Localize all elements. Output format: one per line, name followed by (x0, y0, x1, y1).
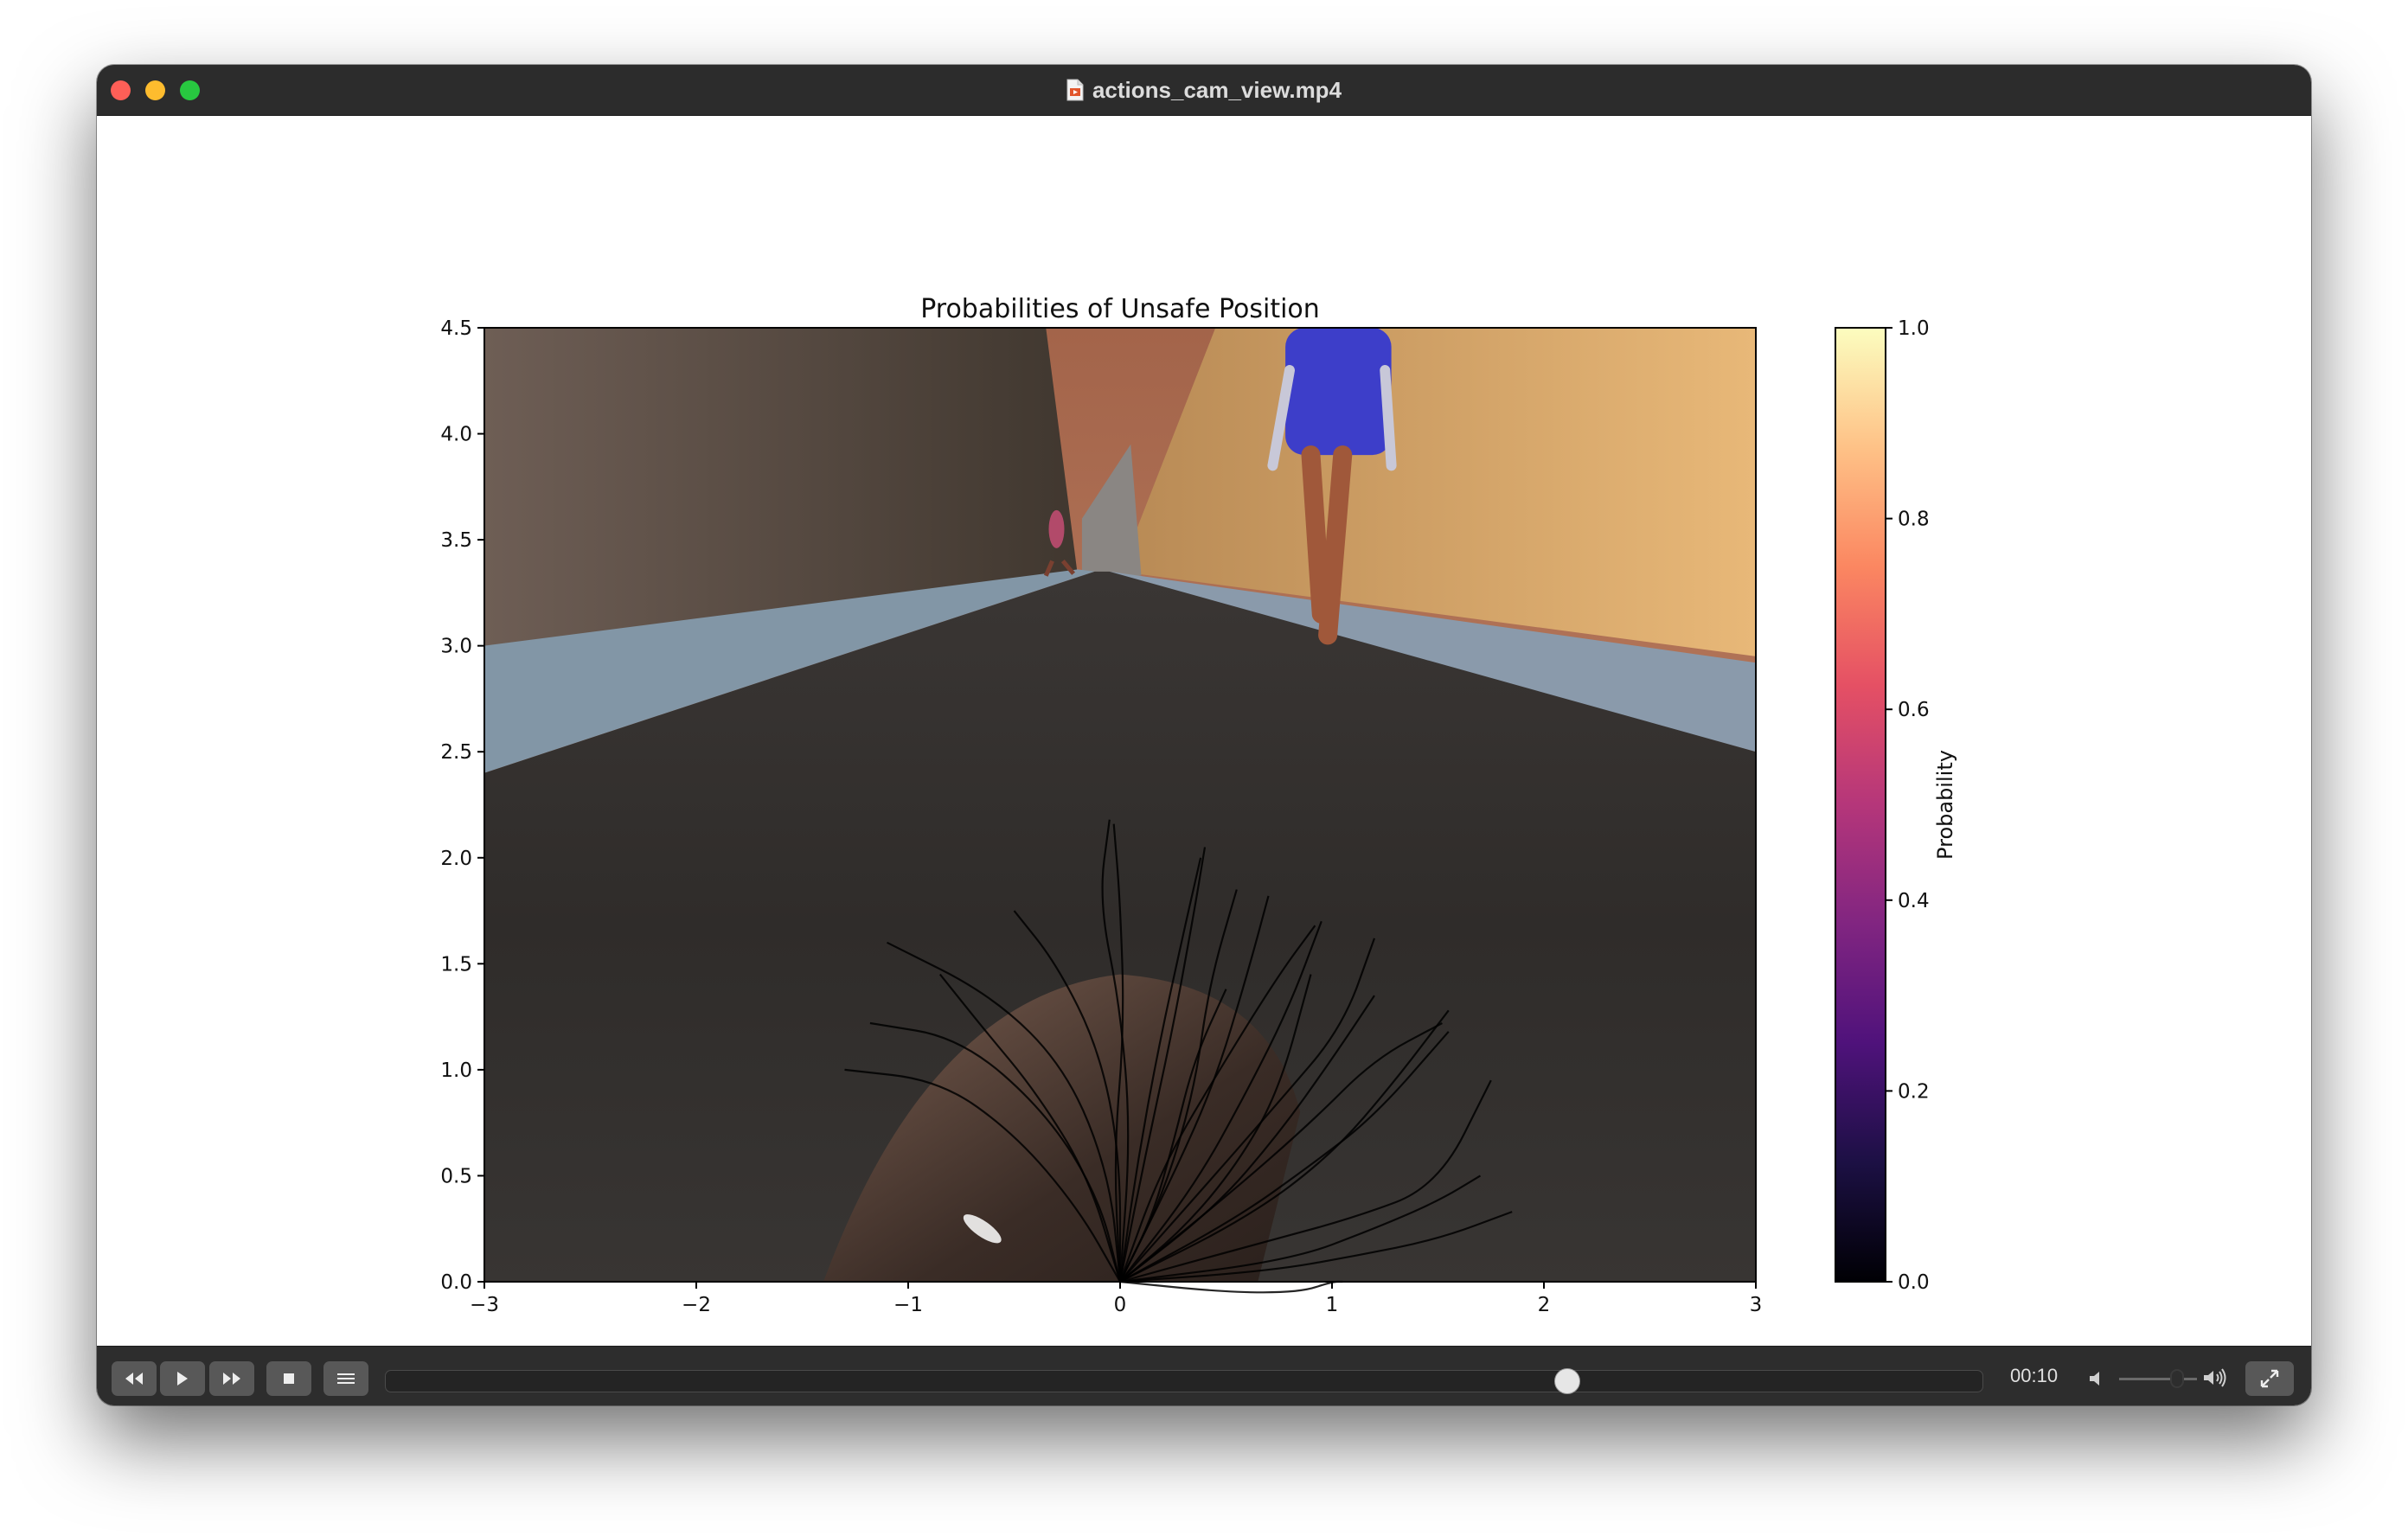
volume-slider[interactable] (2119, 1369, 2197, 1388)
x-tick-label: 2 (1538, 1294, 1551, 1316)
fullscreen-icon (2260, 1369, 2279, 1388)
x-tick-label: 1 (1326, 1294, 1339, 1316)
near-pedestrian-leg (1301, 445, 1331, 624)
y-tick-label: 4.0 (440, 424, 472, 446)
elapsed-time: 00:10 (2010, 1365, 2059, 1386)
y-tick-label: 3.0 (440, 636, 472, 658)
play-button[interactable] (160, 1361, 205, 1396)
title-bar: actions_cam_view.mp4 (97, 65, 2311, 116)
y-tick-label: 4.5 (440, 317, 472, 340)
volume-high-icon[interactable] (2202, 1367, 2228, 1388)
fast-forward-icon (223, 1373, 240, 1385)
colorbar-tick-label: 0.2 (1898, 1080, 1930, 1103)
video-file-icon (1066, 79, 1084, 101)
y-tick-label: 1.5 (440, 953, 472, 976)
player-window: actions_cam_view.mp4 Probabilities of Un… (97, 65, 2311, 1405)
y-tick-label: 2.0 (440, 848, 472, 870)
y-tick-label: 3.5 (440, 529, 472, 552)
y-tick-label: 0.0 (440, 1271, 472, 1294)
volume-knob[interactable] (2170, 1369, 2185, 1388)
seek-knob[interactable] (1553, 1368, 1580, 1394)
x-tick-label: −3 (470, 1294, 499, 1316)
playlist-button[interactable] (323, 1361, 368, 1396)
seek-bar[interactable] (385, 1368, 1983, 1394)
y-tick-label: 2.5 (440, 741, 472, 764)
chart-title: Probabilities of Unsafe Position (920, 294, 1320, 324)
near-pedestrian-arm (1380, 365, 1397, 471)
colorbar (1835, 327, 1886, 1283)
y-tick-label: 0.5 (440, 1165, 472, 1187)
colorbar-label: Probability (1933, 750, 1957, 860)
rewind-button[interactable] (112, 1361, 157, 1396)
playlist-icon (337, 1373, 355, 1384)
x-tick-label: −1 (893, 1294, 923, 1316)
fast-forward-button[interactable] (209, 1361, 254, 1396)
rewind-icon (125, 1373, 143, 1385)
x-tick-label: −2 (682, 1294, 711, 1316)
video-frame: Probabilities of Unsafe Position −3 −2 −1 0 1… (97, 115, 2311, 1405)
chart: Probabilities of Unsafe Position −3 −2 −1 0 1… (440, 294, 1957, 1316)
volume-low-icon[interactable] (2088, 1369, 2105, 1388)
stop-icon (284, 1373, 294, 1384)
window-title: actions_cam_view.mp4 (1092, 76, 1342, 103)
trajectory-line (1119, 1280, 1343, 1294)
colorbar-tick-label: 0.0 (1898, 1271, 1930, 1294)
colorbar-tick-label: 0.8 (1898, 509, 1930, 531)
stop-button[interactable] (266, 1361, 311, 1396)
far-pedestrian (1048, 509, 1065, 548)
near-pedestrian-torso (1285, 328, 1392, 456)
playback-controls: 00:10 (97, 1346, 2311, 1405)
colorbar-tick-label: 1.0 (1898, 317, 1930, 340)
colorbar-tick-label: 0.4 (1898, 890, 1930, 912)
x-tick-label: 3 (1750, 1294, 1763, 1316)
y-tick-label: 1.0 (440, 1059, 472, 1082)
fullscreen-button[interactable] (2245, 1361, 2294, 1396)
x-tick-label: 0 (1114, 1294, 1127, 1316)
colorbar-tick-label: 0.6 (1898, 699, 1930, 721)
play-icon (177, 1372, 188, 1386)
